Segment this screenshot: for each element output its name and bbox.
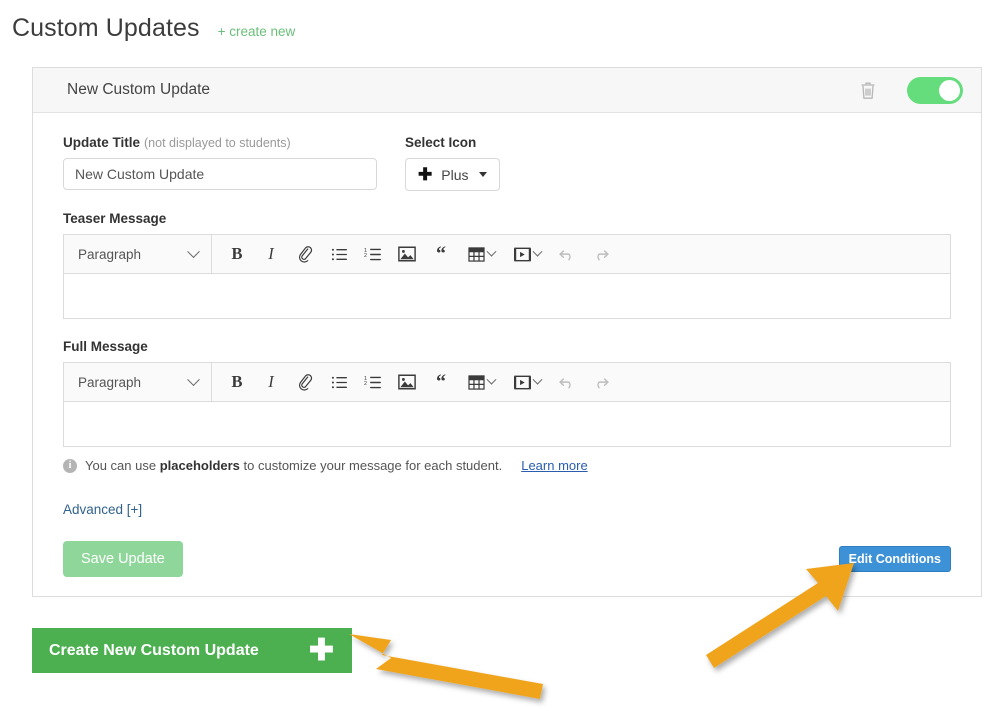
teaser-message-content[interactable] (64, 274, 950, 318)
full-message-editor: Paragraph B I 1 2 “ (63, 362, 951, 447)
hint-text-after: to customize your message for each stude… (239, 458, 503, 473)
arrow-to-create-button (349, 634, 543, 699)
teaser-toolbar-buttons: B I 1 2 “ (212, 235, 618, 274)
card-header-title: New Custom Update (67, 81, 211, 98)
info-icon: i (63, 458, 77, 473)
video-icon[interactable] (504, 235, 550, 274)
blockquote-icon[interactable]: “ (424, 235, 458, 274)
chevron-down-icon (532, 374, 542, 385)
page-title: Custom Updates (12, 14, 200, 42)
update-title-field-group: Update Title (not displayed to students) (63, 135, 405, 191)
table-icon[interactable] (458, 235, 504, 274)
teaser-message-label: Teaser Message (63, 211, 167, 226)
full-toolbar-buttons: B I 1 2 “ (212, 363, 618, 402)
redo-icon[interactable] (584, 235, 618, 274)
advanced-toggle-link[interactable]: Advanced [+] (63, 502, 142, 517)
image-icon[interactable] (390, 363, 424, 402)
hint-bold-term: placeholders (159, 458, 240, 473)
toggle-knob (939, 79, 960, 101)
numbered-list-icon[interactable]: 1 2 (356, 363, 390, 402)
create-new-custom-update-button[interactable]: Create New Custom Update ✚ (32, 628, 352, 673)
undo-icon[interactable] (550, 363, 584, 402)
table-icon[interactable] (458, 363, 504, 402)
chevron-down-icon (479, 172, 488, 177)
trash-icon[interactable] (859, 80, 877, 100)
teaser-block-format-value: Paragraph (78, 246, 142, 262)
custom-update-card: New Custom Update Update Title (not displ… (32, 67, 982, 597)
full-block-format-select[interactable]: Paragraph (64, 363, 212, 401)
link-icon[interactable] (288, 363, 322, 402)
card-footer-buttons: Save Update Edit Conditions (63, 541, 951, 577)
svg-text:2: 2 (364, 253, 367, 259)
title-and-icon-row: Update Title (not displayed to students) … (63, 135, 951, 191)
update-title-label: Update Title (not displayed to students) (63, 135, 405, 150)
bulleted-list-icon[interactable] (322, 235, 356, 274)
hint-text: You can use placeholders to customize yo… (85, 458, 502, 473)
plus-icon: ✚ (418, 165, 433, 184)
chevron-down-icon (532, 246, 542, 257)
teaser-block-format-select[interactable]: Paragraph (64, 235, 212, 273)
numbered-list-icon[interactable]: 1 2 (356, 235, 390, 274)
select-icon-label: Select Icon (405, 135, 477, 150)
full-block-format-value: Paragraph (78, 374, 142, 390)
save-update-button[interactable]: Save Update (63, 541, 183, 577)
select-icon-field-group: Select Icon ✚ Plus (405, 135, 501, 191)
image-icon[interactable] (390, 235, 424, 274)
hint-text-before: You can use (85, 458, 160, 473)
create-button-label: Create New Custom Update (49, 641, 259, 659)
link-icon[interactable] (288, 235, 322, 274)
full-message-block: Full Message Paragraph B I 1 2 “ (63, 339, 951, 447)
svg-text:2: 2 (364, 381, 367, 387)
teaser-editor-toolbar: Paragraph B I 1 2 “ (64, 235, 950, 274)
teaser-message-block: Teaser Message Paragraph B I 1 2 “ (63, 211, 951, 319)
teaser-message-editor: Paragraph B I 1 2 “ (63, 234, 951, 319)
placeholder-hint: i You can use placeholders to customize … (63, 458, 951, 473)
select-icon-dropdown[interactable]: ✚ Plus (405, 158, 501, 191)
full-message-label: Full Message (63, 339, 148, 354)
card-header: New Custom Update (33, 68, 981, 113)
redo-icon[interactable] (584, 363, 618, 402)
chevron-down-icon (187, 244, 200, 258)
full-message-content[interactable] (64, 402, 950, 446)
update-title-label-note: (not displayed to students) (144, 136, 291, 150)
chevron-down-icon (486, 246, 496, 257)
bold-icon[interactable]: B (220, 363, 254, 402)
blockquote-icon[interactable]: “ (424, 363, 458, 402)
bold-icon[interactable]: B (220, 235, 254, 274)
page-header: Custom Updates + create new (0, 0, 1000, 43)
enable-update-toggle[interactable] (907, 76, 963, 104)
undo-icon[interactable] (550, 235, 584, 274)
select-icon-value: Plus (441, 166, 469, 183)
full-editor-toolbar: Paragraph B I 1 2 “ (64, 363, 950, 402)
edit-conditions-button[interactable]: Edit Conditions (838, 546, 951, 572)
create-new-link[interactable]: + create new (218, 24, 296, 39)
bulleted-list-icon[interactable] (322, 363, 356, 402)
video-icon[interactable] (504, 363, 550, 402)
italic-icon[interactable]: I (254, 363, 288, 402)
italic-icon[interactable]: I (254, 235, 288, 274)
update-title-input[interactable] (63, 158, 377, 190)
chevron-down-icon (486, 374, 496, 385)
update-title-label-text: Update Title (63, 135, 141, 150)
learn-more-link[interactable]: Learn more (521, 458, 587, 473)
chevron-down-icon (187, 372, 200, 386)
card-body: Update Title (not displayed to students) … (33, 113, 981, 577)
